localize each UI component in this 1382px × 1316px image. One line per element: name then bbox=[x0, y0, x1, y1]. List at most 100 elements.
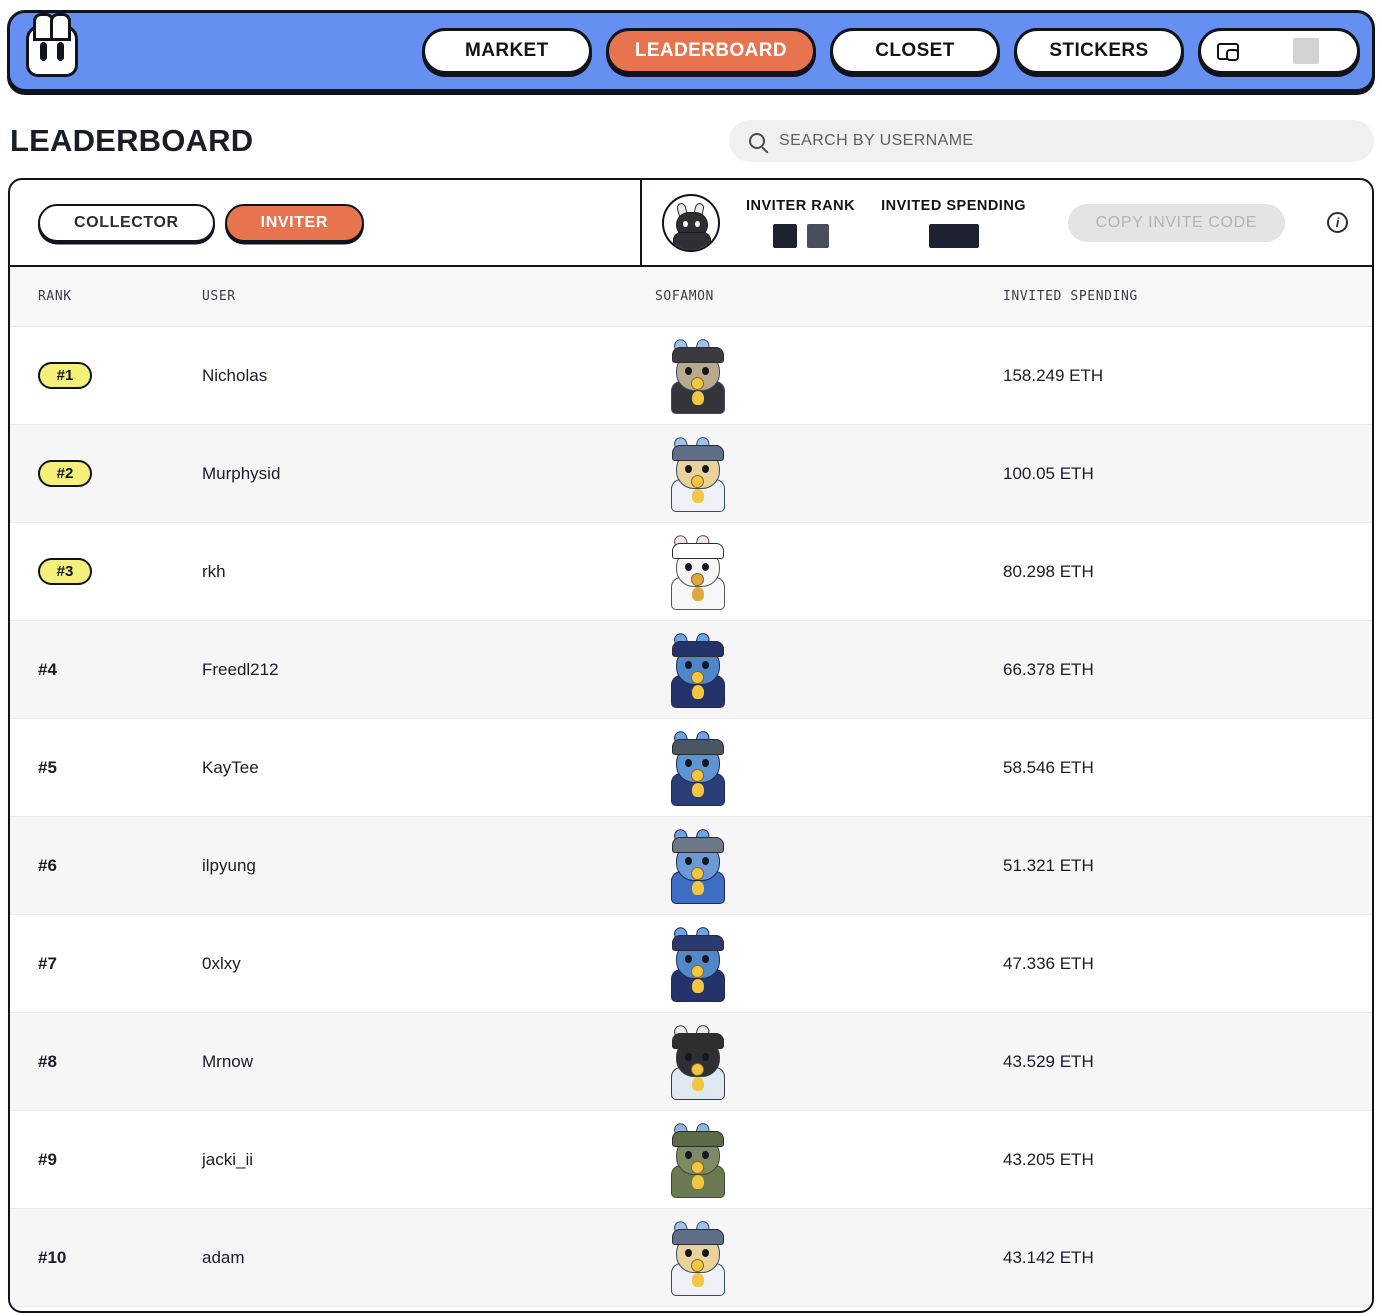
table-row[interactable]: #6 ilpyung 51.321 ETH bbox=[10, 817, 1372, 915]
page-title: LEADERBOARD bbox=[10, 123, 254, 158]
cell-sofamon bbox=[655, 533, 1003, 611]
username-text: adam bbox=[202, 1247, 245, 1267]
cell-spending: 43.142 ETH bbox=[1003, 1248, 1372, 1268]
wallet-address-redacted bbox=[1293, 38, 1319, 64]
cell-spending: 158.249 ETH bbox=[1003, 366, 1372, 386]
nav-tab-closet[interactable]: CLOSET bbox=[830, 28, 1000, 74]
cell-rank: #1 bbox=[10, 362, 202, 389]
username-text: 0xlxy bbox=[202, 953, 241, 973]
cell-rank: #9 bbox=[10, 1150, 202, 1170]
search-input[interactable]: SEARCH BY USERNAME bbox=[729, 120, 1374, 162]
leaderboard-type-toggle: COLLECTOR INVITER bbox=[10, 180, 642, 265]
copy-invite-code-button[interactable]: COPY INVITE CODE bbox=[1067, 203, 1285, 242]
cell-rank: #3 bbox=[10, 558, 202, 585]
table-row[interactable]: #8 Mrnow 43.529 ETH bbox=[10, 1013, 1372, 1111]
search-placeholder: SEARCH BY USERNAME bbox=[779, 132, 974, 149]
cell-sofamon bbox=[655, 435, 1003, 513]
sofamon-avatar-bunny-white-tee bbox=[661, 1023, 735, 1101]
table-row[interactable]: #9 jacki_ii 43.205 ETH bbox=[10, 1111, 1372, 1209]
nav-tab-stickers[interactable]: STICKERS bbox=[1014, 28, 1184, 74]
info-icon[interactable]: i bbox=[1327, 212, 1348, 233]
spending-text: 43.529 ETH bbox=[1003, 1051, 1094, 1071]
rank-text: #5 bbox=[38, 757, 57, 777]
redacted-block bbox=[772, 223, 797, 248]
page-header: LEADERBOARD SEARCH BY USERNAME bbox=[0, 106, 1382, 176]
search-icon bbox=[749, 133, 765, 149]
cell-spending: 58.546 ETH bbox=[1003, 758, 1372, 778]
cell-user: ilpyung bbox=[202, 856, 655, 876]
column-header-spending: INVITED SPENDING bbox=[1003, 289, 1138, 304]
sofamon-avatar-white-hoodie-2 bbox=[661, 1219, 735, 1297]
rank-text: #4 bbox=[38, 659, 57, 679]
cell-rank: #5 bbox=[10, 758, 202, 778]
cell-user: 0xlxy bbox=[202, 954, 655, 974]
table-row[interactable]: #7 0xlxy 47.336 ETH bbox=[10, 915, 1372, 1013]
wallet-icon bbox=[1217, 42, 1239, 61]
table-row[interactable]: #5 KayTee 58.546 ETH bbox=[10, 719, 1372, 817]
cell-sofamon bbox=[655, 1023, 1003, 1101]
spending-text: 47.336 ETH bbox=[1003, 953, 1094, 973]
nav-tab-market[interactable]: MARKET bbox=[421, 28, 592, 74]
nav-tab-leaderboard[interactable]: LEADERBOARD bbox=[605, 28, 816, 74]
sofamon-avatar-white-hoodie bbox=[661, 435, 735, 513]
rank-text: #6 bbox=[38, 855, 57, 875]
cell-rank: #7 bbox=[10, 954, 202, 974]
rank-text: #7 bbox=[38, 953, 57, 973]
spending-text: 51.321 ETH bbox=[1003, 855, 1094, 875]
username-text: rkh bbox=[202, 561, 226, 581]
rank-badge: #2 bbox=[38, 460, 92, 487]
username-text: Freedl212 bbox=[202, 659, 279, 679]
user-stats-zone: INVITER RANK INVITED SPENDING COPY INVIT… bbox=[642, 180, 1372, 265]
cell-sofamon bbox=[655, 631, 1003, 709]
top-navbar: MARKET LEADERBOARD CLOSET STICKERS bbox=[7, 10, 1375, 92]
cell-spending: 100.05 ETH bbox=[1003, 464, 1372, 484]
cell-rank: #4 bbox=[10, 660, 202, 680]
spending-text: 100.05 ETH bbox=[1003, 463, 1094, 483]
panel-toolbar: COLLECTOR INVITER INVITER RANK INVITED S… bbox=[10, 180, 1372, 267]
cell-user: KayTee bbox=[202, 758, 655, 778]
stat-inviter-rank-label: INVITER RANK bbox=[746, 197, 856, 214]
wallet-button[interactable] bbox=[1198, 28, 1360, 74]
username-text: Murphysid bbox=[202, 463, 281, 483]
bunny-logo-icon[interactable] bbox=[26, 13, 78, 77]
cell-user: adam bbox=[202, 1248, 655, 1268]
redacted-block bbox=[806, 223, 829, 248]
user-sofamon-avatar bbox=[662, 193, 720, 252]
column-header-sofamon: SOFAMON bbox=[655, 289, 714, 304]
stat-inviter-rank-value bbox=[772, 223, 829, 248]
cell-rank: #10 bbox=[10, 1248, 202, 1268]
spending-text: 58.546 ETH bbox=[1003, 757, 1094, 777]
leaderboard-panel: COLLECTOR INVITER INVITER RANK INVITED S… bbox=[8, 178, 1374, 1313]
cell-rank: #8 bbox=[10, 1052, 202, 1072]
leaderboard-rows: #1 Nicholas 158.249 ETH #2 Murphysid 100.05 E… bbox=[10, 327, 1372, 1307]
table-row[interactable]: #1 Nicholas 158.249 ETH bbox=[10, 327, 1372, 425]
spending-text: 80.298 ETH bbox=[1003, 561, 1094, 581]
redacted-block bbox=[928, 223, 979, 248]
username-text: Mrnow bbox=[202, 1051, 254, 1071]
stat-invited-spending-value bbox=[928, 223, 979, 248]
column-header-rank: RANK bbox=[38, 289, 72, 304]
cell-spending: 43.529 ETH bbox=[1003, 1052, 1372, 1072]
username-text: KayTee bbox=[202, 757, 259, 777]
toggle-inviter[interactable]: INVITER bbox=[224, 203, 364, 242]
stat-invited-spending-label: INVITED SPENDING bbox=[881, 197, 1027, 214]
cell-user: Nicholas bbox=[202, 366, 655, 386]
spending-text: 43.142 ETH bbox=[1003, 1247, 1094, 1267]
cell-sofamon bbox=[655, 1121, 1003, 1199]
cell-sofamon bbox=[655, 925, 1003, 1003]
cell-sofamon bbox=[655, 337, 1003, 415]
cell-user: Freedl212 bbox=[202, 660, 655, 680]
table-row[interactable]: #2 Murphysid 100.05 ETH bbox=[10, 425, 1372, 523]
stat-inviter-rank: INVITER RANK bbox=[746, 198, 855, 248]
toggle-collector[interactable]: COLLECTOR bbox=[38, 203, 215, 242]
table-row[interactable]: #10 adam 43.142 ETH bbox=[10, 1209, 1372, 1307]
sofamon-avatar-blue-hoodie bbox=[661, 631, 735, 709]
cell-user: rkh bbox=[202, 562, 655, 582]
sofamon-avatar-camo-hoodie bbox=[661, 1121, 735, 1199]
rank-text: #9 bbox=[38, 1149, 57, 1169]
cell-spending: 66.378 ETH bbox=[1003, 660, 1372, 680]
table-row[interactable]: #4 Freedl212 66.378 ETH bbox=[10, 621, 1372, 719]
sofamon-avatar-white-bunny bbox=[661, 533, 735, 611]
rank-badge: #1 bbox=[38, 362, 92, 389]
table-row[interactable]: #3 rkh 80.298 ETH bbox=[10, 523, 1372, 621]
